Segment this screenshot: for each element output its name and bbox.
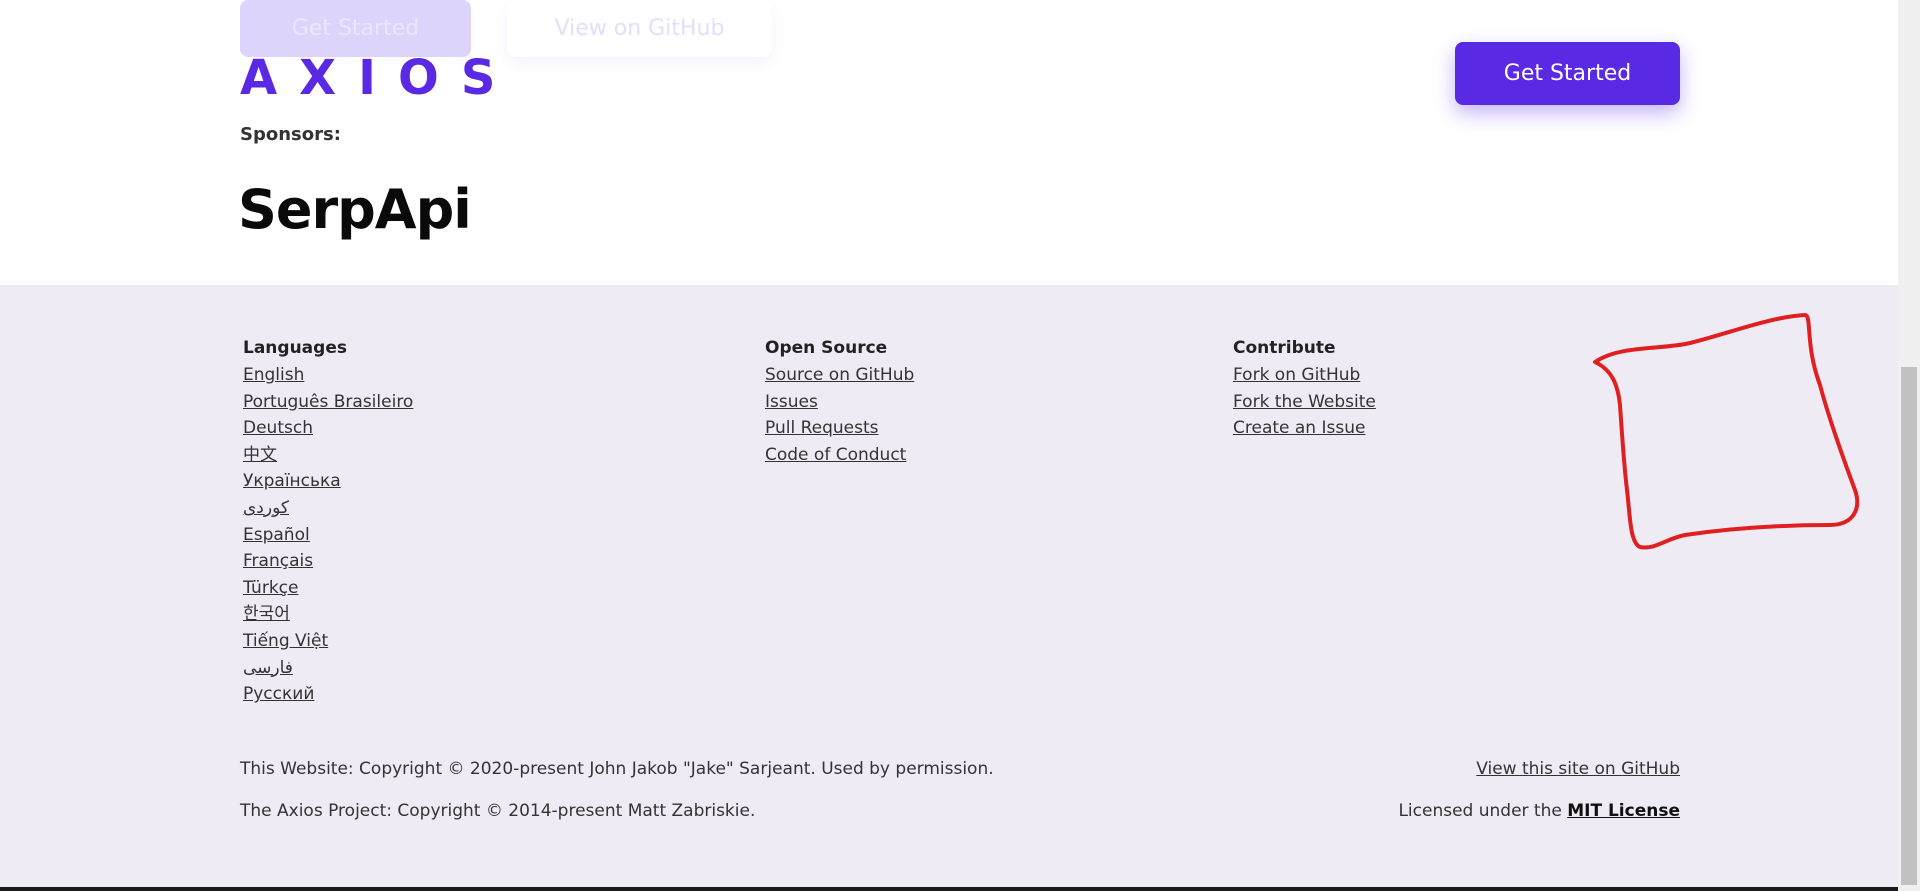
language-link-spanish[interactable]: Español	[243, 522, 413, 549]
fork-on-github-link[interactable]: Fork on GitHub	[1233, 362, 1376, 389]
language-link-kurdish[interactable]: کوردی	[243, 495, 413, 522]
create-an-issue-link[interactable]: Create an Issue	[1233, 415, 1376, 442]
page-scrollbar[interactable]	[1898, 0, 1920, 891]
license-prefix: Licensed under the	[1398, 801, 1568, 821]
language-link-english[interactable]: English	[243, 362, 413, 389]
pull-requests-link[interactable]: Pull Requests	[765, 415, 914, 442]
get-started-button-faded[interactable]: Get Started	[240, 0, 471, 57]
language-link-turkish[interactable]: Türkçe	[243, 575, 413, 602]
language-link-korean[interactable]: 한국어	[243, 601, 413, 628]
sponsor-logo-serpapi[interactable]: SerpApi	[238, 178, 472, 241]
source-on-github-link[interactable]: Source on GitHub	[765, 362, 914, 389]
axios-logo[interactable]: AXIOS	[240, 50, 517, 106]
footer-contribute-column: Contribute Fork on GitHub Fork the Websi…	[1233, 338, 1376, 442]
footer-open-source-column: Open Source Source on GitHub Issues Pull…	[765, 338, 914, 468]
language-link-chinese[interactable]: 中文	[243, 442, 413, 469]
red-annotation-loop	[1593, 313, 1860, 550]
view-on-github-button-faded[interactable]: View on GitHub	[507, 0, 772, 57]
footer-languages-column: Languages English Português Brasileiro D…	[243, 338, 413, 708]
language-link-french[interactable]: Français	[243, 548, 413, 575]
language-link-german[interactable]: Deutsch	[243, 415, 413, 442]
language-link-ukrainian[interactable]: Українська	[243, 468, 413, 495]
scrollbar-thumb[interactable]	[1901, 367, 1917, 885]
sponsors-label: Sponsors:	[240, 124, 341, 145]
bottom-border	[0, 887, 1898, 891]
get-started-button[interactable]: Get Started	[1455, 42, 1680, 105]
contribute-heading: Contribute	[1233, 338, 1336, 358]
code-of-conduct-link[interactable]: Code of Conduct	[765, 442, 914, 469]
view-site-on-github-link[interactable]: View this site on GitHub	[1476, 759, 1680, 779]
website-copyright: This Website: Copyright © 2020-present J…	[240, 759, 994, 779]
project-copyright: The Axios Project: Copyright © 2014-pres…	[240, 801, 756, 821]
language-link-vietnamese[interactable]: Tiếng Việt	[243, 628, 413, 655]
language-link-russian[interactable]: Русский	[243, 681, 413, 708]
issues-link[interactable]: Issues	[765, 389, 914, 416]
hero-section: Get Started View on GitHub AXIOS Get Sta…	[0, 0, 1898, 285]
mit-license-link[interactable]: MIT License	[1567, 801, 1680, 821]
open-source-heading: Open Source	[765, 338, 888, 358]
fork-the-website-link[interactable]: Fork the Website	[1233, 389, 1376, 416]
language-link-portuguese[interactable]: Português Brasileiro	[243, 389, 413, 416]
language-link-persian[interactable]: فارسی	[243, 655, 413, 682]
license-text: Licensed under the MIT License	[1398, 801, 1680, 821]
languages-heading: Languages	[243, 338, 347, 358]
